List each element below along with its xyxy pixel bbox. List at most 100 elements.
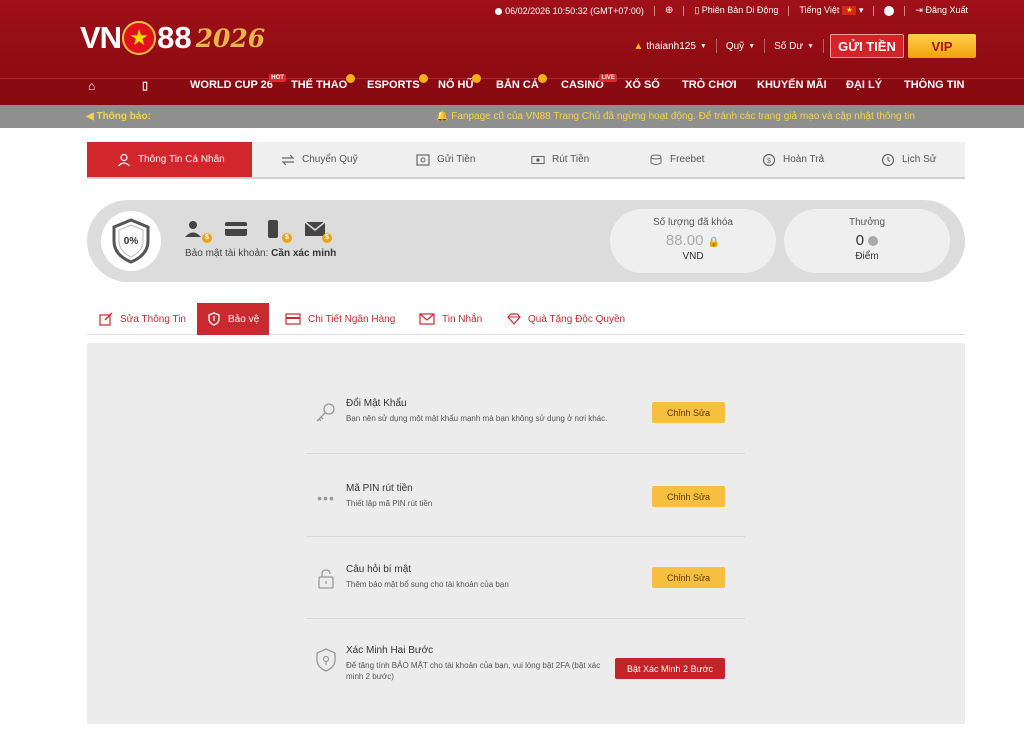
- home-icon: ⌂: [88, 79, 96, 93]
- tab-label: Freebet: [670, 154, 705, 165]
- history-icon: [881, 153, 895, 167]
- logout-icon: ⇥: [915, 5, 926, 15]
- tab-transfer[interactable]: Chuyển Quỹ: [281, 142, 358, 177]
- change-password-row: Đổi Mật Khẩu Bạn nên sử dụng một mật khẩ…: [307, 398, 745, 478]
- chevron-down-icon: ▼: [699, 42, 707, 50]
- email-verify-icon[interactable]: $: [304, 220, 332, 243]
- language-selector[interactable]: Tiếng Việt ★ ▾: [799, 5, 863, 16]
- nav-lottery[interactable]: XỔ SỐ: [625, 79, 660, 105]
- nav-world-cup[interactable]: WORLD CUP 26 HOT: [190, 74, 286, 105]
- tab-rebate[interactable]: $ Hoàn Trả: [762, 142, 824, 177]
- nav-home[interactable]: ⌂: [88, 79, 95, 105]
- nav-label: THÔNG TIN: [904, 79, 965, 91]
- balance-menu[interactable]: Số Dư ▼: [765, 39, 824, 53]
- tab-label: Hoàn Trả: [783, 154, 825, 165]
- info-icon[interactable]: [868, 236, 879, 247]
- shield-icon: [311, 645, 341, 675]
- vn88-logo[interactable]: VN ★ 88 2026: [80, 16, 265, 60]
- nav-label: ESPORTS: [367, 79, 420, 91]
- phone-verify-icon[interactable]: $: [265, 220, 292, 243]
- lock-icon: [311, 564, 341, 594]
- item-desc: Thiết lập mã PIN rút tiền: [346, 499, 433, 508]
- nav-esports[interactable]: ESPORTS: [367, 74, 428, 105]
- enable-2fa-button[interactable]: Bật Xác Minh 2 Bước: [615, 658, 725, 679]
- vip-button[interactable]: VIP: [908, 34, 976, 58]
- megaphone-icon: ◀: [86, 111, 97, 122]
- user-menu[interactable]: ▲ thaianh125 ▼: [625, 39, 717, 53]
- tab-label: Chi Tiết Ngân Hàng: [308, 313, 396, 325]
- item-desc: Để tăng tính BẢO MẬT cho tài khoản của b…: [346, 661, 601, 681]
- mobile-version-text: Phiên Bản Di Động: [701, 5, 779, 15]
- tab-label: Bảo vệ: [228, 313, 260, 325]
- tab-withdraw[interactable]: Rút Tiền: [531, 142, 589, 177]
- tab-history[interactable]: Lịch Sử: [881, 142, 937, 177]
- nav-info[interactable]: THÔNG TIN: [904, 79, 965, 105]
- tab-personal-info[interactable]: Thông Tin Cá Nhân: [87, 142, 252, 177]
- security-status: Bảo mật tài khoản: Cần xác minh: [185, 248, 336, 259]
- mobile-version-link[interactable]: ▯ Phiên Bản Di Động: [694, 5, 778, 16]
- nav-promotions[interactable]: KHUYẾN MÃI: [757, 79, 827, 105]
- support-icon[interactable]: ⊕: [665, 5, 673, 16]
- notice-message[interactable]: 🔔 Fanpage cũ của VN88 Trang Chủ đã ngừng…: [436, 105, 915, 128]
- nav-mobile[interactable]: ▯: [142, 79, 148, 105]
- nav-slots[interactable]: NỔ HŨ: [438, 74, 482, 105]
- main-nav: ⌂ ▯ WORLD CUP 26 HOT THỂ THAO ESPORTS NỔ …: [0, 74, 1024, 105]
- tab-label: Rút Tiền: [552, 154, 590, 165]
- nav-label: WORLD CUP 26: [190, 79, 273, 91]
- logout-link[interactable]: ⇥ Đăng Xuất: [915, 5, 968, 16]
- nav-fishing[interactable]: BẮN CÁ: [496, 74, 547, 105]
- reward-value-text: 0: [855, 232, 865, 249]
- tab-exclusive-gifts[interactable]: Quà Tặng Độc Quyền: [507, 303, 625, 335]
- theme-toggle-icon[interactable]: [884, 5, 895, 16]
- two-factor-row: Xác Minh Hai Bước Để tăng tính BẢO MẬT c…: [307, 645, 745, 725]
- tab-protection[interactable]: Bảo vệ: [197, 303, 270, 335]
- tab-edit-info[interactable]: Sửa Thông Tin: [99, 303, 186, 335]
- logo-text-digits: 88: [157, 20, 192, 55]
- phone-icon: ▯: [694, 5, 702, 15]
- nav-label: BẮN CÁ: [496, 79, 539, 91]
- chevron-down-icon: ▼: [807, 42, 814, 50]
- transfer-icon: [281, 153, 295, 167]
- tab-label: Tin Nhắn: [442, 313, 483, 325]
- nav-games[interactable]: TRÒ CHƠI: [682, 79, 737, 105]
- coin-icon: [472, 74, 482, 83]
- item-title: Mã PIN rút tiền: [346, 483, 413, 494]
- edit-icon: [99, 312, 113, 326]
- profile-tabs: Sửa Thông Tin Bảo vệ Chi Tiết Ngân Hàng …: [87, 303, 965, 335]
- coins-icon: [649, 153, 663, 167]
- withdraw-icon: [531, 153, 545, 167]
- locked-title: Số lượng đã khóa: [653, 217, 733, 228]
- chevron-down-icon: ▼: [748, 42, 756, 50]
- language-text: Tiếng Việt: [799, 5, 840, 15]
- notice-bar: ◀ Thông báo: 🔔 Fanpage cũ của VN88 Trang…: [0, 105, 1024, 128]
- item-title: Đổi Mật Khẩu: [346, 398, 407, 409]
- nav-agency[interactable]: ĐẠI LÝ: [846, 79, 882, 105]
- pin-icon: •••: [317, 490, 335, 506]
- tab-label: Sửa Thông Tin: [120, 313, 186, 325]
- tab-label: Gửi Tiền: [437, 154, 476, 165]
- item-desc: Bạn nên sử dụng một mật khẩu mạnh mà bạn…: [346, 414, 608, 423]
- nav-casino[interactable]: CASINO LIVE: [561, 74, 617, 105]
- edit-password-button[interactable]: Chỉnh Sửa: [652, 402, 725, 423]
- security-settings-panel: Đổi Mật Khẩu Bạn nên sử dụng một mật khẩ…: [87, 343, 965, 724]
- edit-secret-question-button[interactable]: Chỉnh Sửa: [652, 567, 725, 588]
- tab-bank-details[interactable]: Chi Tiết Ngân Hàng: [285, 303, 395, 335]
- divider: [307, 536, 745, 537]
- nav-sports[interactable]: THỂ THAO: [291, 74, 356, 105]
- key-icon: [311, 398, 341, 428]
- bank-card-icon[interactable]: [225, 220, 249, 240]
- user-verify-icon[interactable]: $: [185, 220, 212, 243]
- deposit-button[interactable]: GỬI TIỀN: [830, 34, 904, 58]
- reward-card: Thưởng 0 Điểm: [784, 209, 950, 273]
- coin-icon: [346, 74, 356, 83]
- tab-freebet[interactable]: Freebet: [649, 142, 704, 177]
- funds-menu[interactable]: Quỹ ▼: [717, 39, 766, 53]
- live-badge: LIVE: [599, 74, 617, 82]
- tab-messages[interactable]: Tin Nhắn: [419, 303, 482, 335]
- tab-deposit[interactable]: Gửi Tiền: [416, 142, 475, 177]
- balance-label: Số Dư: [774, 40, 804, 52]
- user-icon: ▲: [633, 40, 644, 52]
- edit-pin-button[interactable]: Chỉnh Sửa: [652, 486, 725, 507]
- nav-label: XỔ SỐ: [625, 79, 660, 91]
- svg-text:$: $: [767, 158, 771, 165]
